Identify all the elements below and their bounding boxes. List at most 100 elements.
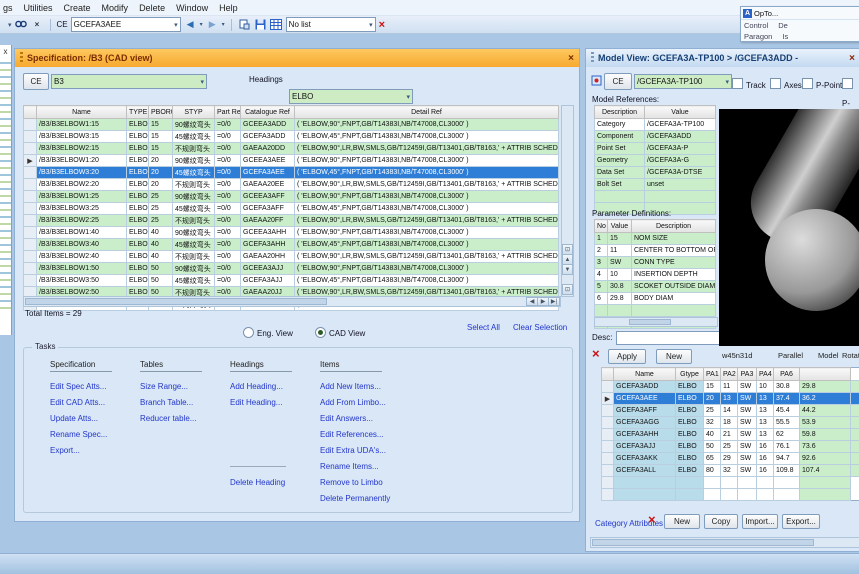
row-selector[interactable] — [602, 381, 614, 393]
docked-panel-sliver[interactable]: x — [0, 45, 12, 335]
cell[interactable]: =0/0 — [215, 119, 241, 131]
cell[interactable]: 90螺纹弯头 — [173, 227, 215, 239]
cell[interactable]: 不规则弯头 — [173, 143, 215, 155]
cell[interactable]: NOM SIZE — [632, 233, 716, 245]
table-row[interactable]: /B3/B3ELBOW1:15ELBO1590螺纹弯头=0/0GCEEA3ADD… — [24, 119, 559, 131]
cell[interactable]: ELBO — [127, 167, 149, 179]
cell[interactable]: 11 — [608, 245, 632, 257]
cell[interactable]: 44.2 — [800, 405, 851, 417]
cell[interactable]: 92.6 — [800, 453, 851, 465]
table-row[interactable]: Component/GCEFA3ADD — [595, 131, 716, 143]
cell[interactable]: /B3/B3ELBOW1:15 — [37, 119, 127, 131]
table-row[interactable]: 3SWCONN TYPE — [595, 257, 716, 269]
task-link[interactable]: Add Heading... — [230, 382, 283, 391]
cell[interactable]: 29.8 — [800, 381, 851, 393]
cell[interactable]: GCEFA3AEE — [241, 167, 295, 179]
cell[interactable]: =0/0 — [215, 179, 241, 191]
category-components-table[interactable]: NameGtypePA1PA2PA3PA4PA6GCEFA3ADDELBO151… — [601, 367, 859, 501]
cell[interactable]: ELBO — [676, 429, 704, 441]
table-row[interactable]: Bolt Setunset — [595, 179, 716, 191]
task-link[interactable]: Add From Limbo... — [320, 398, 386, 407]
cell[interactable]: /GCEFA3A-DTSE — [645, 167, 716, 179]
cell[interactable]: /GCEFA3ADD — [645, 131, 716, 143]
cell[interactable]: ELBO — [676, 441, 704, 453]
cell[interactable]: /B3/B3ELBOW1:40 — [37, 227, 127, 239]
cell[interactable]: 30.8 — [608, 281, 632, 293]
table-row[interactable]: ▶GCEFA3AEEELBO2013SW1337.436.2 — [602, 393, 859, 405]
spec-vertical-scrollbar[interactable]: ⊡ ▲ ▼ ⊡ — [561, 105, 574, 297]
cell[interactable]: 3 — [595, 257, 608, 269]
cell[interactable] — [850, 453, 859, 465]
spec-ce-button[interactable]: CE — [23, 73, 49, 90]
cell[interactable]: GCEFA3AFF — [614, 405, 676, 417]
cell[interactable]: GCEFA3AGG — [614, 417, 676, 429]
cell[interactable]: /B3/B3ELBOW1:25 — [37, 191, 127, 203]
cell[interactable]: =0/0 — [215, 227, 241, 239]
cell[interactable] — [850, 417, 859, 429]
menu-item-help[interactable]: Help — [219, 3, 238, 13]
cell[interactable]: 40 — [149, 251, 173, 263]
cell[interactable]: GCEFA3AKK — [614, 453, 676, 465]
menu-item-window[interactable]: Window — [176, 3, 208, 13]
table-row[interactable]: /B3/B3ELBOW3:40ELBO4045螺纹弯头=0/0GCEFA3AHH… — [24, 239, 559, 251]
cell[interactable]: /B3/B3ELBOW3:15 — [37, 131, 127, 143]
cell[interactable]: 18 — [721, 417, 738, 429]
table-row[interactable]: 530.8SCOKET OUTSIDE DIAM — [595, 281, 716, 293]
cell[interactable]: 11 — [721, 381, 738, 393]
table-row[interactable]: GCEFA3AHHELBO4021SW136259.8 — [602, 429, 859, 441]
cell[interactable]: GCEFA3AHH — [614, 429, 676, 441]
cell[interactable]: =0/0 — [215, 203, 241, 215]
cell[interactable]: 1 — [595, 233, 608, 245]
cell[interactable]: GCEEA3AFF — [241, 191, 295, 203]
task-link[interactable]: Edit Heading... — [230, 398, 282, 407]
scroll-page-icon[interactable]: ⊡ — [562, 284, 573, 295]
cell[interactable]: ELBO — [676, 453, 704, 465]
nav-forward-dropdown-icon[interactable]: ▾ — [222, 21, 225, 28]
cell[interactable]: 50 — [149, 275, 173, 287]
column-header[interactable]: Part Ref — [215, 106, 241, 119]
table-row[interactable]: Point Set/GCEFA3A-P — [595, 143, 716, 155]
model-references-table[interactable]: DescriptionValueCategory/GCEFA3A-TP100Co… — [594, 105, 716, 215]
cell[interactable]: GCEFA3ADD — [614, 381, 676, 393]
cell[interactable]: 76.1 — [774, 441, 800, 453]
cell[interactable]: /B3/B3ELBOW2:15 — [37, 143, 127, 155]
row-selector[interactable] — [602, 405, 614, 417]
cell[interactable]: /B3/B3ELBOW3:40 — [37, 239, 127, 251]
cell[interactable]: ( 'ELBOW,45°,FNPT,GB/T14383I,NB/T47008,C… — [295, 239, 559, 251]
cell[interactable]: 107.4 — [800, 465, 851, 477]
cell[interactable]: 不规则弯头 — [173, 215, 215, 227]
row-selector[interactable] — [24, 131, 37, 143]
cell[interactable]: 不规则弯头 — [173, 251, 215, 263]
cell[interactable]: 20 — [149, 155, 173, 167]
cell[interactable]: /GCEFA3A-TP100 — [645, 119, 716, 131]
cell[interactable]: /B3/B3ELBOW1:20 — [37, 155, 127, 167]
cell[interactable]: GCEEA3AEE — [241, 155, 295, 167]
cell[interactable]: =0/0 — [215, 191, 241, 203]
drag-grip-icon[interactable] — [20, 52, 23, 64]
close-icon[interactable]: × — [568, 53, 574, 64]
table-row[interactable]: Geometry/GCEFA3A-G — [595, 155, 716, 167]
cell[interactable]: /B3/B3ELBOW2:20 — [37, 179, 127, 191]
cell[interactable]: ELBO — [127, 203, 149, 215]
row-selector[interactable] — [602, 441, 614, 453]
spec-items-table[interactable]: NameTYPEPBOR0STYPPart RefCatalogue RefDe… — [23, 105, 559, 311]
cell[interactable]: Geometry — [595, 155, 645, 167]
cell[interactable]: 109.8 — [774, 465, 800, 477]
cell[interactable]: SW — [738, 405, 757, 417]
table-row[interactable]: GCEFA3ALLELBO8032SW16109.8107.4 — [602, 465, 859, 477]
column-header[interactable]: PBOR0 — [149, 106, 173, 119]
cell[interactable]: =0/0 — [215, 143, 241, 155]
row-selector[interactable] — [24, 203, 37, 215]
cell[interactable]: 90螺纹弯头 — [173, 119, 215, 131]
cell[interactable]: ( 'ELBOW,90°,FNPT,GB/T14383I,NB/T47008,C… — [295, 263, 559, 275]
cell[interactable]: ( 'ELBOW,90°,LR,BW,SMLS,GB/T12459I,GB/T1… — [295, 143, 559, 155]
specification-titlebar[interactable]: Specification: /B3 (CAD view) × — [15, 49, 579, 67]
cell[interactable]: 73.6 — [800, 441, 851, 453]
chevron-down-icon[interactable]: ▾ — [722, 78, 729, 86]
cell[interactable]: ELBO — [676, 405, 704, 417]
column-header[interactable]: PA4 — [757, 368, 774, 381]
table-row[interactable]: /B3/B3ELBOW2:25ELBO25不规则弯头=0/0GAEAA20FF(… — [24, 215, 559, 227]
cell[interactable]: SW — [738, 381, 757, 393]
cell[interactable]: SW — [738, 417, 757, 429]
menu-item-utilities[interactable]: Utilities — [24, 3, 53, 13]
